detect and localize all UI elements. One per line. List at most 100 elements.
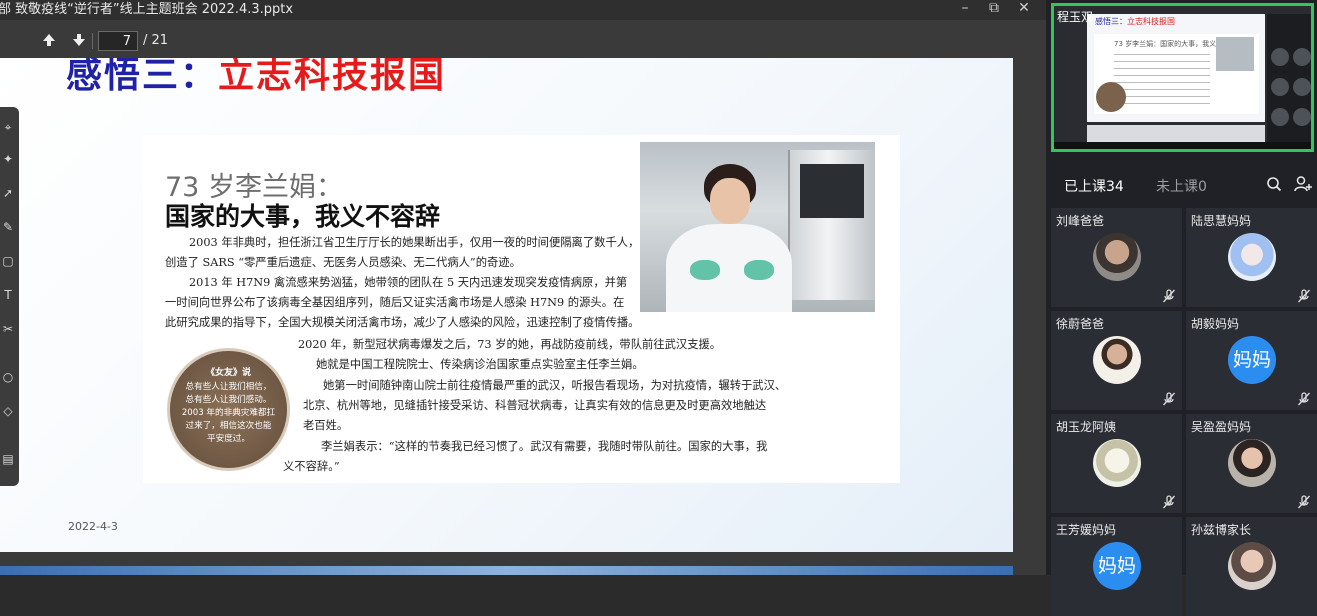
annotation-toolbar: ⌖ ✦ ➚ ✎ ▢ T ✂ ○ ◇ ▤: [0, 107, 19, 486]
participant-name: 刘峰爸爸: [1056, 214, 1105, 228]
undo-icon[interactable]: ○: [0, 369, 16, 385]
scissors-icon[interactable]: ✂: [0, 321, 16, 337]
article-line: 义不容辞。”: [283, 460, 340, 473]
participant-tile[interactable]: 胡毅妈妈 妈妈: [1186, 311, 1317, 410]
participant-name: 胡玉龙阿姨: [1056, 420, 1117, 434]
window-title: 部 致敬疫线“逆行者”线上主题班会 2022.4.3.pptx: [0, 2, 294, 17]
mini-slide: 感悟三：立志科技报国 73 岁李兰娟：国家的大事，我义不容辞: [1087, 14, 1265, 122]
slide-date: 2022-4-3: [68, 520, 118, 533]
mini-avatar: [1293, 78, 1311, 96]
article-line: 她第一时间随钟南山院士前往疫情最严重的武汉，听报告看现场，为对抗疫情，辗转于武汉…: [323, 379, 787, 392]
classroom-panel: 感悟三：立志科技报国 73 岁李兰娟：国家的大事，我义不容辞 程玉双 已上课34…: [1046, 0, 1317, 616]
page-total: / 21: [143, 33, 169, 48]
arrow-up-icon[interactable]: [40, 32, 58, 50]
mini-avatar: [1271, 78, 1289, 96]
minimize-button[interactable]: –: [954, 0, 976, 18]
lab-monitor: [800, 164, 864, 218]
slide-heading: 感悟三：立志科技报国: [66, 58, 446, 98]
window-titlebar: 部 致敬疫线“逆行者”线上主题班会 2022.4.3.pptx – ⧉ ✕: [0, 0, 1046, 20]
badge-line: 过来了，相信这次也能: [185, 421, 272, 431]
badge-head: 《女友》说: [205, 368, 251, 378]
clear-icon[interactable]: ▤: [0, 451, 16, 467]
laser-pointer-icon[interactable]: ✦: [0, 151, 16, 167]
mic-muted-icon: [1297, 288, 1311, 303]
mic-muted-icon: [1162, 494, 1176, 509]
shape-icon[interactable]: ▢: [0, 253, 16, 269]
slide-heading-prefix: 感悟三：: [66, 58, 219, 96]
badge-line: 总有些人让我们感动。: [185, 395, 272, 405]
avatar: 妈妈: [1228, 336, 1276, 384]
mini-taskbar: [1054, 142, 1311, 149]
mini-avatar: [1271, 108, 1289, 126]
select-arrow-icon[interactable]: ➚: [0, 185, 16, 201]
participant-tile[interactable]: 胡玉龙阿姨: [1051, 414, 1182, 513]
avatar: [1228, 233, 1276, 281]
tab-online[interactable]: 已上课34: [1064, 176, 1124, 196]
article-line: 老百姓。: [303, 419, 349, 432]
restore-button[interactable]: ⧉: [983, 0, 1005, 18]
slide-canvas: 感悟三：立志科技报国 73 岁李兰娟： 国家的大事，我义不容辞 2003 年非典…: [0, 58, 1013, 552]
article-line: 北京、杭州等地，见缝插针接受采访、科普冠状病毒，让真实有效的信息更及时更高效地触…: [303, 399, 767, 412]
mic-muted-icon: [1297, 391, 1311, 406]
page-number-input[interactable]: [98, 31, 138, 51]
article-line: 2020 年，新型冠状病毒爆发之后，73 岁的她，再战防疫前线，带队前往武汉支援…: [298, 338, 722, 351]
badge-line: 2003 年的非典灾难都扛: [181, 408, 276, 418]
invite-user-icon[interactable]: [1294, 175, 1312, 193]
slide-heading-main: 立志科技报国: [218, 58, 447, 96]
participant-name: 徐蔚爸爸: [1056, 317, 1105, 331]
article-line: 李兰娟表示：“这样的节奏我已经习惯了。武汉有需要，我随时带队前往。国家的大事，我: [321, 440, 768, 453]
mini-badge: [1096, 82, 1126, 112]
article-line: 2013 年 H7N9 禽流感来势汹猛，她带领的团队在 5 天内迅速发现突发疫情…: [189, 276, 628, 289]
search-icon[interactable]: [1266, 176, 1282, 192]
mini-avatar: [1293, 48, 1311, 66]
next-slide-strip: [0, 566, 1013, 575]
pen-icon[interactable]: ✎: [0, 219, 16, 235]
participant-tile[interactable]: 徐蔚爸爸: [1051, 311, 1182, 410]
arrow-down-icon[interactable]: [70, 32, 88, 50]
mini-participant-strip: [1267, 14, 1311, 144]
mini-text-lines: [1114, 54, 1210, 106]
participant-tile[interactable]: 陆思慧妈妈: [1186, 208, 1317, 307]
text-tool-icon[interactable]: T: [0, 287, 16, 303]
participant-name: 陆思慧妈妈: [1191, 214, 1252, 228]
article-title: 国家的大事，我义不容辞: [165, 202, 441, 231]
article-line: 创造了 SARS “零严重后遗症、无医务人员感染、无二代病人”的奇迹。: [165, 256, 521, 269]
article-line: 此研究成果的指导下，全国大规模关闭活禽市场，减少了人感染的风险，迅速控制了疫情传…: [165, 316, 640, 329]
presenter-video-preview[interactable]: 感悟三：立志科技报国 73 岁李兰娟：国家的大事，我义不容辞 程玉双: [1051, 3, 1314, 152]
mini-slide-title: 感悟三：立志科技报国: [1095, 16, 1175, 27]
article-line: 她就是中国工程院院士、传染病诊治国家重点实验室主任李兰娟。: [316, 358, 644, 371]
mini-avatar: [1293, 108, 1311, 126]
toolbar-divider: [92, 33, 93, 49]
participant-name: 胡毅妈妈: [1191, 317, 1240, 331]
avatar: [1093, 439, 1141, 487]
participant-tile[interactable]: 王芳媛妈妈 妈妈: [1051, 517, 1182, 616]
participant-tile[interactable]: 孙兹博家长: [1186, 517, 1317, 616]
badge-line: 总有些人让我们相信，: [185, 382, 272, 392]
participant-name: 吴盈盈妈妈: [1191, 420, 1252, 434]
tab-offline[interactable]: 未上课0: [1156, 176, 1207, 196]
presentation-viewer: 部 致敬疫线“逆行者”线上主题班会 2022.4.3.pptx – ⧉ ✕ / …: [0, 0, 1046, 575]
attendance-tabs: 已上课34 未上课0: [1046, 170, 1317, 200]
pointer-icon[interactable]: ⌖: [0, 119, 16, 135]
mic-muted-icon: [1162, 391, 1176, 406]
viewer-toolbar: / 21: [0, 28, 1046, 54]
mini-photo: [1216, 37, 1254, 71]
avatar: [1228, 542, 1276, 590]
article-line: 2003 年非典时，担任浙江省卫生厅厅长的她果断出手，仅用一夜的时间便隔离了数千…: [189, 236, 640, 249]
participant-tile[interactable]: 吴盈盈妈妈: [1186, 414, 1317, 513]
eraser-icon[interactable]: ◇: [0, 403, 16, 419]
article-card: 73 岁李兰娟： 国家的大事，我义不容辞 2003 年非典时，担任浙江省卫生厅厅…: [143, 135, 900, 483]
mini-title-main: 立志科技报国: [1127, 17, 1175, 26]
quote-badge: 《女友》说 总有些人让我们相信， 总有些人让我们感动。 2003 年的非典灾难都…: [167, 348, 290, 471]
participant-tile[interactable]: 刘峰爸爸: [1051, 208, 1182, 307]
mic-muted-icon: [1297, 494, 1311, 509]
scientist-face: [710, 178, 750, 224]
presenter-name: 程玉双: [1057, 10, 1094, 24]
mini-article-card: 73 岁李兰娟：国家的大事，我义不容辞: [1094, 34, 1259, 114]
mini-avatar: [1271, 48, 1289, 66]
article-line: 一时间向世界公布了该病毒全基因组序列，随后又证实活禽市场是人感染 H7N9 的源…: [165, 296, 625, 309]
mic-muted-icon: [1162, 288, 1176, 303]
avatar: [1093, 336, 1141, 384]
badge-line: 平安度过。: [207, 434, 250, 444]
close-button[interactable]: ✕: [1013, 0, 1035, 18]
